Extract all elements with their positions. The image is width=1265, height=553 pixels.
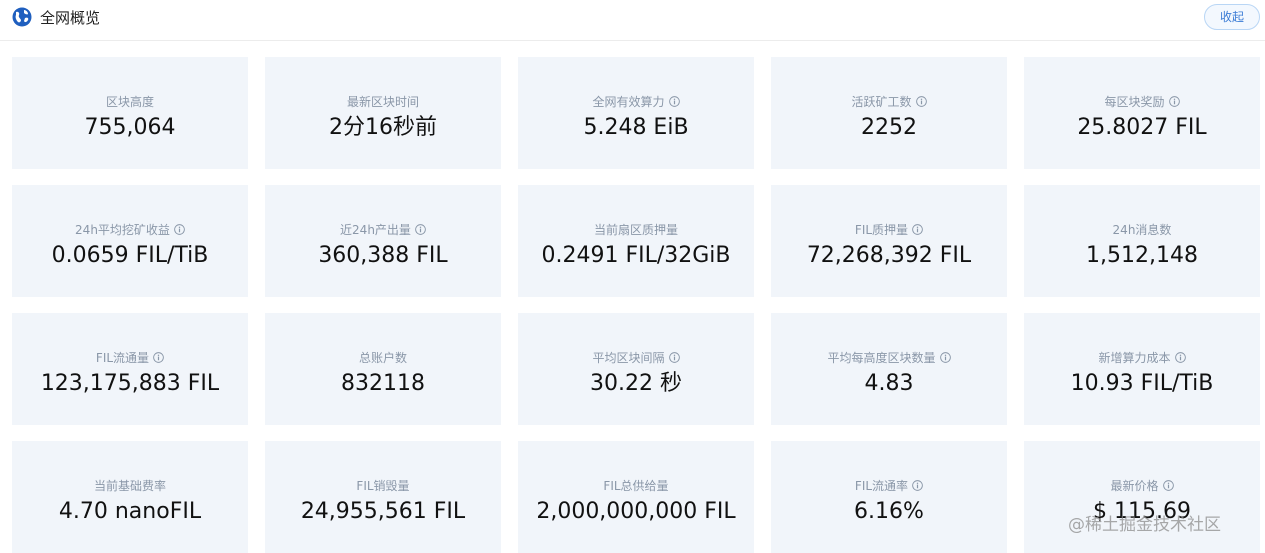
stat-label-row: 当前扇区质押量 xyxy=(594,221,678,237)
stat-label-row: FIL总供给量 xyxy=(603,477,668,493)
info-icon[interactable] xyxy=(939,351,951,363)
stat-label: 平均每高度区块数量 xyxy=(827,350,936,365)
stat-card: 平均区块间隔 30.22 秒 xyxy=(518,313,754,425)
stat-label-row: 新增算力成本 xyxy=(1098,349,1186,365)
stat-value: 2252 xyxy=(861,115,917,140)
stat-value: 30.22 秒 xyxy=(590,371,682,396)
stat-label-row: 最新区块时间 xyxy=(347,93,419,109)
stat-card: 24h消息数 1,512,148 xyxy=(1024,185,1260,297)
stat-label-row: 平均每高度区块数量 xyxy=(827,349,951,365)
stat-card: 最新区块时间 2分16秒前 xyxy=(265,57,501,169)
stat-value: 755,064 xyxy=(84,115,176,140)
stat-label: 区块高度 xyxy=(105,94,154,109)
stat-label: 全网有效算力 xyxy=(592,94,665,109)
stat-value: 0.0659 FIL/TiB xyxy=(51,243,209,268)
stat-value: 5.248 EiB xyxy=(583,115,689,140)
stat-card: 近24h产出量 360,388 FIL xyxy=(265,185,501,297)
info-icon[interactable] xyxy=(668,351,680,363)
stat-card: 平均每高度区块数量 4.83 xyxy=(771,313,1007,425)
stat-value: 4.83 xyxy=(864,371,914,396)
stat-card: 当前扇区质押量 0.2491 FIL/32GiB xyxy=(518,185,754,297)
stat-value: 4.70 nanoFIL xyxy=(58,499,202,524)
stat-value: 25.8027 FIL xyxy=(1077,115,1207,140)
stat-label: FIL销毁量 xyxy=(356,478,410,493)
stat-label-row: FIL流通量 xyxy=(96,349,164,365)
stat-card: 每区块奖励 25.8027 FIL xyxy=(1024,57,1260,169)
stat-label: FIL质押量 xyxy=(854,222,909,237)
stat-card: 当前基础费率 4.70 nanoFIL xyxy=(12,441,248,553)
info-icon[interactable] xyxy=(415,223,426,235)
stat-label-row: 近24h产出量 xyxy=(340,221,426,237)
stat-label-row: FIL流通率 xyxy=(855,477,923,493)
stats-grid: 区块高度 755,064 最新区块时间 2分16秒前 全网有效算力 5.248 EiB 活跃… xyxy=(12,57,1260,553)
stat-label: 活跃矿工数 xyxy=(851,94,912,109)
stat-card: 24h平均挖矿收益 0.0659 FIL/TiB xyxy=(12,185,248,297)
stat-label: 新增算力成本 xyxy=(1098,350,1171,365)
stat-label: FIL流通量 xyxy=(95,350,150,365)
page-title: 全网概览 xyxy=(40,9,101,27)
stat-label-row: 每区块奖励 xyxy=(1104,93,1180,109)
stat-card: 最新价格 $ 115.69 xyxy=(1024,441,1260,553)
stat-value: 10.93 FIL/TiB xyxy=(1070,371,1214,396)
stat-label: 24h消息数 xyxy=(1112,222,1172,237)
stat-label-row: FIL质押量 xyxy=(855,221,923,237)
stat-value: 1,512,148 xyxy=(1086,243,1198,268)
stat-label-row: 区块高度 xyxy=(106,93,154,109)
stat-value: 24,955,561 FIL xyxy=(300,499,466,524)
stat-card: 区块高度 755,064 xyxy=(12,57,248,169)
stat-label-row: 活跃矿工数 xyxy=(851,93,927,109)
stat-card: FIL总供给量 2,000,000,000 FIL xyxy=(518,441,754,553)
stat-label: 最新价格 xyxy=(1110,478,1159,493)
stat-label-row: 全网有效算力 xyxy=(592,93,680,109)
stat-card: 总账户数 832118 xyxy=(265,313,501,425)
info-icon[interactable] xyxy=(912,479,923,491)
stat-value: 832118 xyxy=(341,371,425,396)
stat-label: 平均区块间隔 xyxy=(592,350,665,365)
info-icon[interactable] xyxy=(915,95,927,107)
info-icon[interactable] xyxy=(174,223,185,235)
stat-value: 360,388 FIL xyxy=(318,243,448,268)
overview-header: 全网概览 收起 xyxy=(0,0,1265,41)
stat-label: 最新区块时间 xyxy=(346,94,419,109)
stat-label: 每区块奖励 xyxy=(1104,94,1165,109)
stat-value: 6.16% xyxy=(854,499,924,524)
info-icon[interactable] xyxy=(1168,95,1180,107)
stat-card: FIL质押量 72,268,392 FIL xyxy=(771,185,1007,297)
stat-label: 当前扇区质押量 xyxy=(593,222,678,237)
stat-label-row: 平均区块间隔 xyxy=(592,349,680,365)
stat-label-row: FIL销毁量 xyxy=(356,477,409,493)
watermark: @稀土掘金技术社区 xyxy=(1068,515,1221,535)
stat-label-row: 24h平均挖矿收益 xyxy=(75,221,185,237)
stat-label: 总账户数 xyxy=(358,350,407,365)
stat-label-row: 总账户数 xyxy=(359,349,407,365)
stat-label-row: 24h消息数 xyxy=(1113,221,1172,237)
stat-card: 新增算力成本 10.93 FIL/TiB xyxy=(1024,313,1260,425)
stat-label: 近24h产出量 xyxy=(340,222,411,237)
collapse-button[interactable]: 收起 xyxy=(1204,4,1260,30)
info-icon[interactable] xyxy=(153,351,164,363)
stat-label-row: 最新价格 xyxy=(1110,477,1174,493)
info-icon[interactable] xyxy=(1162,479,1174,491)
stat-card: 活跃矿工数 2252 xyxy=(771,57,1007,169)
stat-value: 2,000,000,000 FIL xyxy=(536,499,736,524)
stat-label: 24h平均挖矿收益 xyxy=(75,222,170,237)
stat-label-row: 当前基础费率 xyxy=(94,477,166,493)
stat-value: 2分16秒前 xyxy=(329,115,437,140)
stat-label: FIL流通率 xyxy=(854,478,909,493)
stat-card: FIL流通率 6.16% xyxy=(771,441,1007,553)
stat-value: 72,268,392 FIL xyxy=(806,243,972,268)
globe-icon xyxy=(12,7,32,27)
stat-label: FIL总供给量 xyxy=(603,478,669,493)
stat-card: FIL销毁量 24,955,561 FIL xyxy=(265,441,501,553)
stat-card: 全网有效算力 5.248 EiB xyxy=(518,57,754,169)
stat-label: 当前基础费率 xyxy=(93,478,166,493)
info-icon[interactable] xyxy=(1174,351,1186,363)
stat-card: FIL流通量 123,175,883 FIL xyxy=(12,313,248,425)
stat-value: 123,175,883 FIL xyxy=(40,371,220,396)
info-icon[interactable] xyxy=(912,223,923,235)
info-icon[interactable] xyxy=(668,95,680,107)
stat-value: 0.2491 FIL/32GiB xyxy=(541,243,731,268)
